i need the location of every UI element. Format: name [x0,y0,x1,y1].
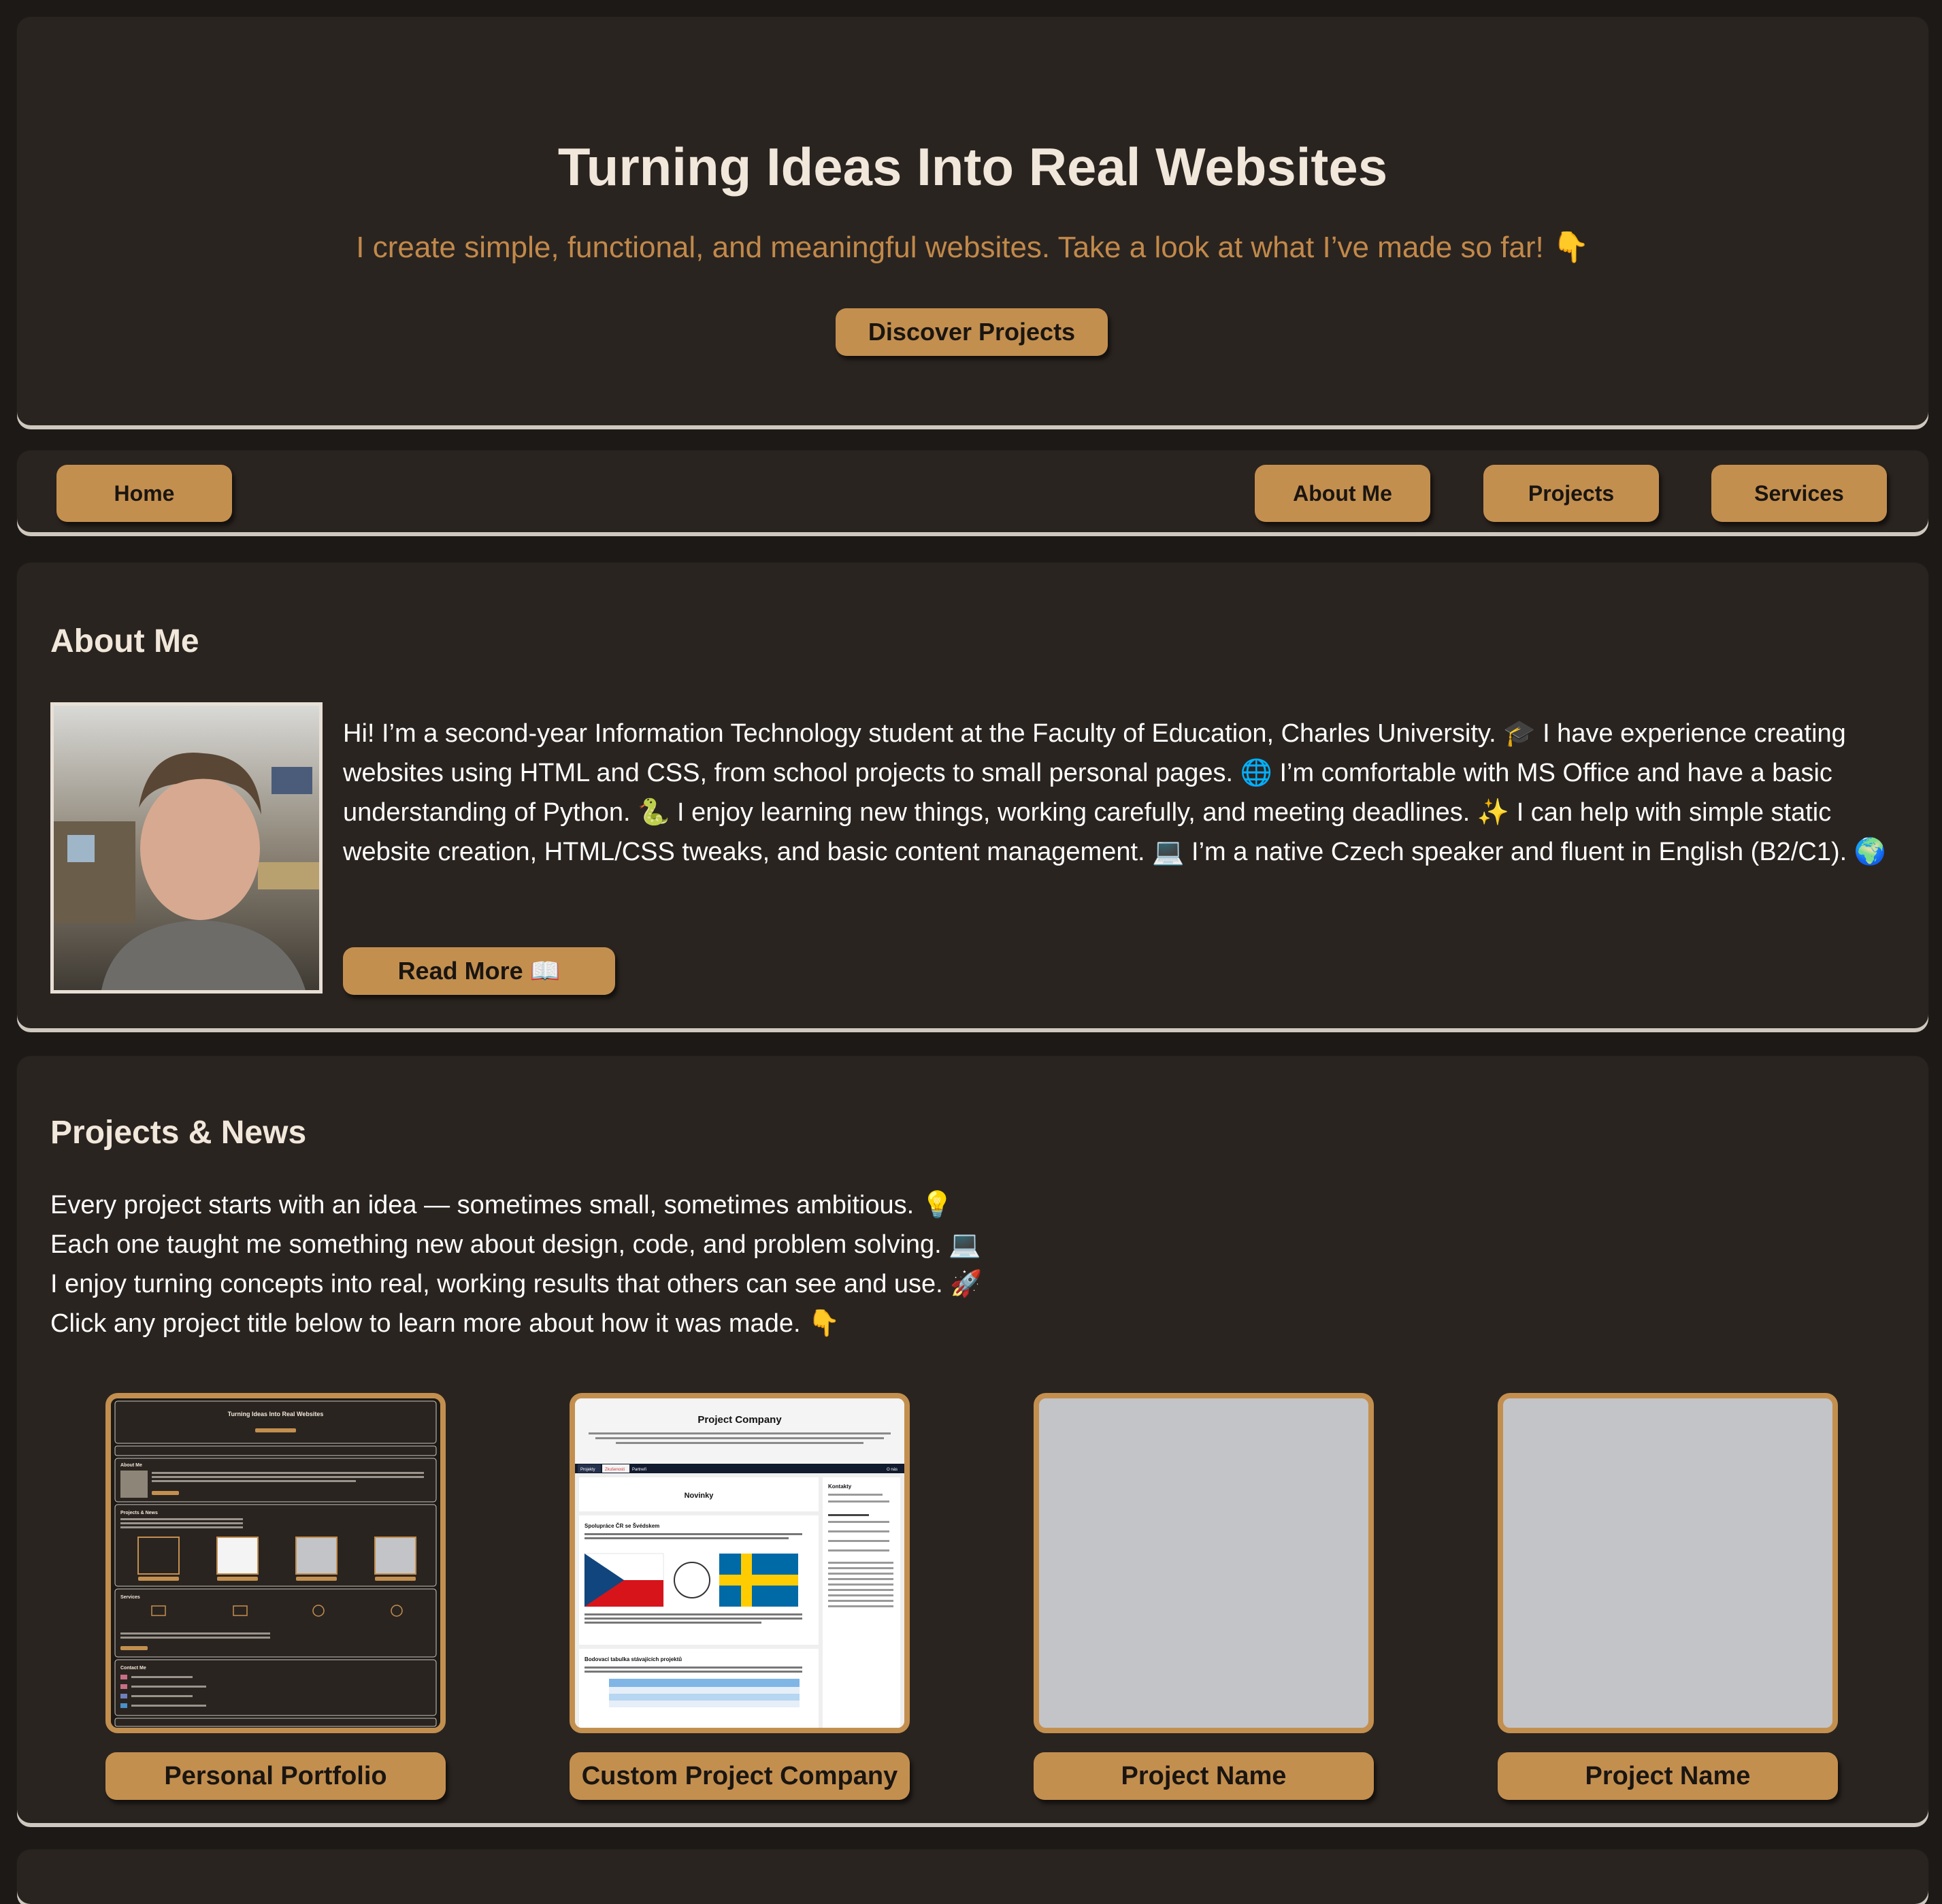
main-nav: Home About Me Projects Services [17,450,1928,532]
read-more-button[interactable]: Read More 📖 [343,947,615,995]
nav-about-me[interactable]: About Me [1255,465,1430,522]
projects-intro-line: Each one taught me something new about d… [50,1230,981,1259]
company-preview-tab: O nás [887,1468,898,1472]
projects-intro-line: I enjoy turning concepts into real, work… [50,1270,983,1298]
project-thumbnail-placeholder[interactable] [1034,1393,1374,1733]
nav-projects[interactable]: Projects [1483,465,1659,522]
project-thumbnail-company[interactable]: Project Company Projekty Zkušenosti Part… [570,1393,910,1733]
project-title-button[interactable]: Personal Portfolio [105,1752,446,1800]
project-title-button[interactable]: Project Name [1498,1752,1838,1800]
company-preview-image: Project Company Projekty Zkušenosti Part… [575,1398,904,1728]
discover-projects-button[interactable]: Discover Projects [836,308,1108,356]
company-preview-title: Project Company [697,1414,782,1426]
company-preview-article-title: Spolupráce ČR se Švédskem [585,1523,659,1529]
projects-title: Projects & News [50,1115,307,1151]
project-title-button[interactable]: Custom Project Company [570,1752,910,1800]
about-section: About Me Hi! I’m a second-year Informati… [17,563,1928,1028]
hero-section: Turning Ideas Into Real Websites I creat… [17,17,1928,425]
company-preview-contacts-heading: Kontakty [828,1483,852,1490]
projects-intro-line: Click any project title below to learn m… [50,1309,840,1338]
portfolio-preview-section-projects: Projects & News [120,1511,158,1515]
portfolio-preview-image: Turning Ideas Into Real Websites About M… [111,1398,440,1728]
profile-photo [50,702,323,994]
about-title: About Me [50,623,199,659]
company-preview-table-title: Bodovací tabulka stávajících projektů [585,1656,682,1662]
portfolio-preview-section-about: About Me [120,1463,142,1468]
projects-intro-line: Every project starts with an idea — some… [50,1191,954,1219]
company-preview-tab: Zkušenosti [605,1468,625,1472]
company-preview-tab: Projekty [580,1468,595,1472]
project-thumbnail-placeholder[interactable] [1498,1393,1838,1733]
nav-home[interactable]: Home [56,465,232,522]
hero-title: Turning Ideas Into Real Websites [557,137,1388,197]
hero-subtitle: I create simple, functional, and meaning… [356,231,1590,264]
next-section [17,1850,1928,1904]
projects-intro: Every project starts with an idea — some… [50,1185,1071,1343]
company-preview-news-heading: Novinky [685,1492,714,1500]
portfolio-preview-section-services: Services [120,1595,140,1600]
profile-photo-image [54,706,319,990]
about-text: Hi! I’m a second-year Information Techno… [343,719,1887,866]
project-title-button[interactable]: Project Name [1034,1752,1374,1800]
company-preview-tab: Partneři [632,1468,646,1472]
portfolio-preview-title: Turning Ideas Into Real Websites [228,1411,324,1417]
projects-section: Projects & News Every project starts wit… [17,1056,1928,1823]
nav-services[interactable]: Services [1711,465,1887,522]
project-thumbnail-portfolio[interactable]: Turning Ideas Into Real Websites About M… [105,1393,446,1733]
portfolio-preview-section-contact: Contact Me [120,1666,146,1671]
